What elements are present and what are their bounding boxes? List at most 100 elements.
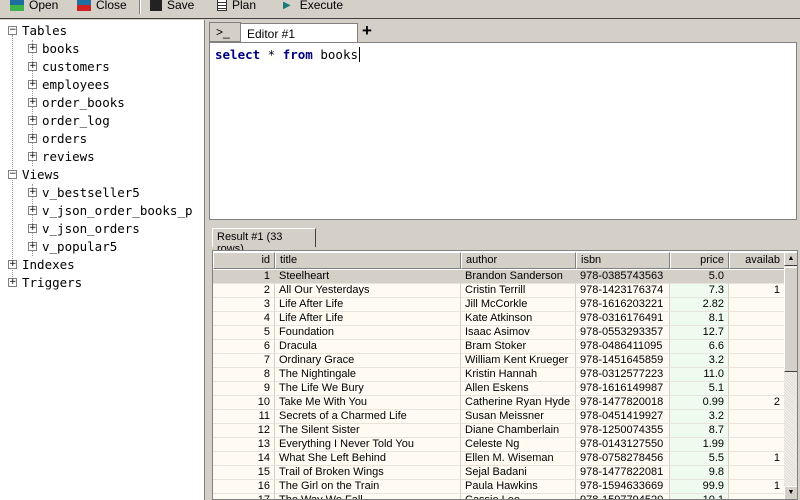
tree-node-triggers[interactable]: + Triggers xyxy=(8,273,82,291)
cell-availab[interactable] xyxy=(729,494,785,499)
cell-isbn[interactable]: 978-1597794520 xyxy=(576,494,670,499)
table-row[interactable]: 16 The Girl on the Train Paula Hawkins 978-… xyxy=(213,480,785,494)
cell-id[interactable]: 7 xyxy=(213,354,275,368)
tab-result-1[interactable]: Result #1 (33 rows) xyxy=(212,228,316,255)
cell-availab[interactable] xyxy=(729,368,785,382)
cell-price[interactable]: 11.0 xyxy=(670,368,729,382)
table-row[interactable]: 4 Life After Life Kate Atkinson 978-0316176… xyxy=(213,312,785,326)
cell-title[interactable]: Everything I Never Told You xyxy=(275,438,461,452)
scroll-down-button[interactable]: ▼ xyxy=(784,486,797,499)
cell-id[interactable]: 8 xyxy=(213,368,275,382)
cell-isbn[interactable]: 978-0451419927 xyxy=(576,410,670,424)
cell-title[interactable]: Foundation xyxy=(275,326,461,340)
cell-id[interactable]: 16 xyxy=(213,480,275,494)
cell-price[interactable]: 3.2 xyxy=(670,410,729,424)
cell-author[interactable]: Isaac Asimov xyxy=(461,326,576,340)
cell-author[interactable]: Diane Chamberlain xyxy=(461,424,576,438)
cell-price[interactable]: 2.82 xyxy=(670,298,729,312)
cell-price[interactable]: 8.7 xyxy=(670,424,729,438)
cell-availab[interactable] xyxy=(729,270,785,284)
expand-icon[interactable]: + xyxy=(28,151,37,161)
cell-isbn[interactable]: 978-1451645859 xyxy=(576,354,670,368)
cell-author[interactable]: Sejal Badani xyxy=(461,466,576,480)
cell-author[interactable]: Brandon Sanderson xyxy=(461,270,576,284)
cell-availab[interactable] xyxy=(729,312,785,326)
tree-node-view[interactable]: + v_popular5 xyxy=(28,237,117,255)
cell-isbn[interactable]: 978-0758278456 xyxy=(576,452,670,466)
column-header-availab[interactable]: availab xyxy=(729,252,785,269)
tree-node-table[interactable]: + customers xyxy=(28,57,110,75)
cell-title[interactable]: Secrets of a Charmed Life xyxy=(275,410,461,424)
collapse-icon[interactable]: − xyxy=(8,25,17,35)
cell-id[interactable]: 2 xyxy=(213,284,275,298)
cell-isbn[interactable]: 978-0553293357 xyxy=(576,326,670,340)
expand-icon[interactable]: + xyxy=(28,97,37,107)
cell-title[interactable]: Steelheart xyxy=(275,270,461,284)
cell-price[interactable]: 7.3 xyxy=(670,284,729,298)
table-row[interactable]: 17 The Way We Fall Cassie Lee 978-159779452… xyxy=(213,494,785,499)
cell-title[interactable]: The Nightingale xyxy=(275,368,461,382)
tree-node-table[interactable]: + orders xyxy=(28,129,87,147)
tree-node-tables[interactable]: − Tables xyxy=(8,21,67,39)
collapse-icon[interactable]: − xyxy=(8,169,17,179)
table-row[interactable]: 6 Dracula Bram Stoker 978-0486411095 6.6 xyxy=(213,340,785,354)
cell-availab[interactable] xyxy=(729,340,785,354)
cell-price[interactable]: 8.1 xyxy=(670,312,729,326)
table-row[interactable]: 8 The Nightingale Kristin Hannah 978-031257… xyxy=(213,368,785,382)
table-row[interactable]: 13 Everything I Never Told You Celeste Ng 9… xyxy=(213,438,785,452)
cell-isbn[interactable]: 978-1477822081 xyxy=(576,466,670,480)
tree-node-view[interactable]: + v_json_orders xyxy=(28,219,140,237)
cell-availab[interactable]: 1 xyxy=(729,452,785,466)
cell-title[interactable]: Life After Life xyxy=(275,298,461,312)
expand-icon[interactable]: + xyxy=(28,205,37,215)
cell-id[interactable]: 4 xyxy=(213,312,275,326)
cell-title[interactable]: Take Me With You xyxy=(275,396,461,410)
tree-node-indexes[interactable]: + Indexes xyxy=(8,255,75,273)
tree-node-view[interactable]: + v_json_order_books_p xyxy=(28,201,193,219)
tab-console[interactable]: >_ xyxy=(209,22,241,42)
cell-availab[interactable] xyxy=(729,382,785,396)
cell-isbn[interactable]: 978-1423176374 xyxy=(576,284,670,298)
expand-icon[interactable]: + xyxy=(28,223,37,233)
cell-author[interactable]: Kristin Hannah xyxy=(461,368,576,382)
tree-node-view[interactable]: + v_bestseller5 xyxy=(28,183,140,201)
cell-author[interactable]: Paula Hawkins xyxy=(461,480,576,494)
cell-price[interactable]: 12.7 xyxy=(670,326,729,340)
cell-price[interactable]: 6.6 xyxy=(670,340,729,354)
cell-availab[interactable] xyxy=(729,466,785,480)
cell-id[interactable]: 11 xyxy=(213,410,275,424)
cell-availab[interactable] xyxy=(729,354,785,368)
cell-title[interactable]: Dracula xyxy=(275,340,461,354)
execute-button[interactable]: ▶ Execute xyxy=(283,0,343,13)
vertical-scrollbar[interactable]: ▲ ▼ xyxy=(784,252,797,499)
cell-title[interactable]: All Our Yesterdays xyxy=(275,284,461,298)
cell-isbn[interactable]: 978-0385743563 xyxy=(576,270,670,284)
cell-author[interactable]: Allen Eskens xyxy=(461,382,576,396)
cell-id[interactable]: 17 xyxy=(213,494,275,499)
sql-editor[interactable]: select * from books xyxy=(209,42,797,220)
tree-node-views[interactable]: − Views xyxy=(8,165,60,183)
cell-isbn[interactable]: 978-1616203221 xyxy=(576,298,670,312)
expand-icon[interactable]: + xyxy=(28,43,37,53)
open-button[interactable]: Open xyxy=(10,0,58,13)
cell-author[interactable]: Cristin Terrill xyxy=(461,284,576,298)
table-row[interactable]: 15 Trail of Broken Wings Sejal Badani 978-1… xyxy=(213,466,785,480)
cell-isbn[interactable]: 978-0486411095 xyxy=(576,340,670,354)
cell-availab[interactable] xyxy=(729,326,785,340)
tree-node-table[interactable]: + books xyxy=(28,39,80,57)
expand-icon[interactable]: + xyxy=(28,133,37,143)
cell-author[interactable]: Susan Meissner xyxy=(461,410,576,424)
cell-availab[interactable]: 2 xyxy=(729,396,785,410)
cell-title[interactable]: The Way We Fall xyxy=(275,494,461,499)
cell-author[interactable]: Celeste Ng xyxy=(461,438,576,452)
column-header-isbn[interactable]: isbn xyxy=(576,252,670,269)
expand-icon[interactable]: + xyxy=(28,79,37,89)
cell-id[interactable]: 9 xyxy=(213,382,275,396)
cell-availab[interactable] xyxy=(729,438,785,452)
cell-availab[interactable] xyxy=(729,424,785,438)
tree-node-table[interactable]: + employees xyxy=(28,75,110,93)
close-button[interactable]: Close xyxy=(77,0,127,13)
cell-availab[interactable] xyxy=(729,410,785,424)
tab-editor-1[interactable]: Editor #1 xyxy=(240,23,358,43)
cell-author[interactable]: Cassie Lee xyxy=(461,494,576,499)
